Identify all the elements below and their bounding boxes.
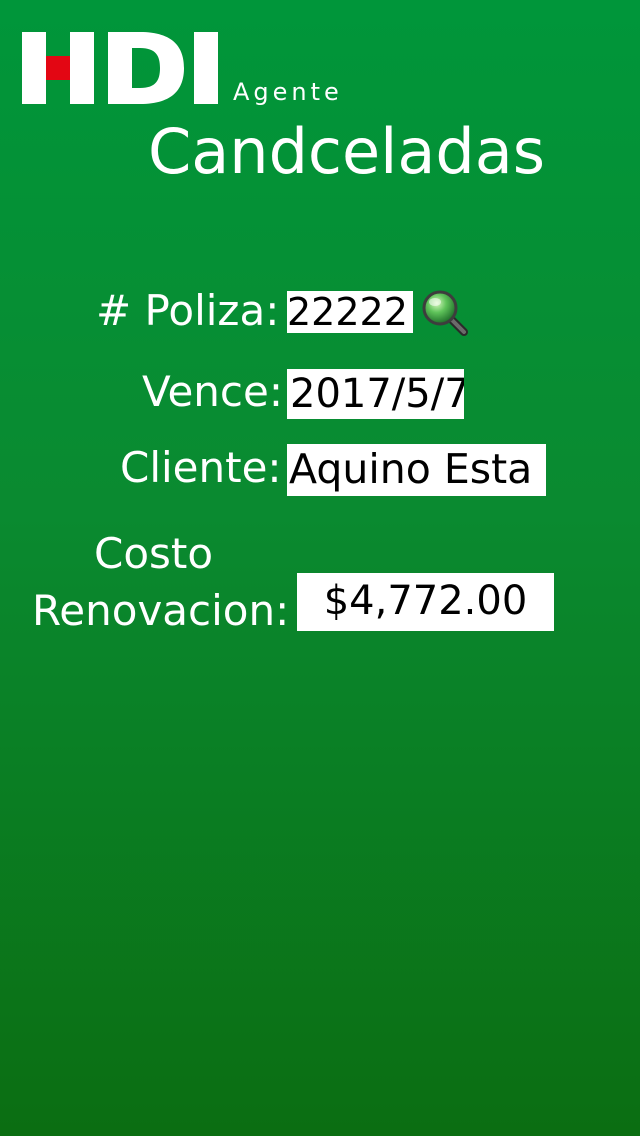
vence-label: Vence: (142, 367, 284, 416)
costo-label-line1: Costo (94, 529, 214, 578)
magnifier-icon (422, 290, 468, 336)
brand-subtitle: Agente (233, 78, 343, 106)
costo-renovacion-value: $4,772.00 (297, 573, 554, 631)
search-button[interactable] (420, 288, 472, 340)
cliente-label: Cliente: (120, 443, 282, 492)
cliente-value: Aquino Esta (287, 444, 546, 496)
vence-value: 2017/5/7 (287, 369, 464, 419)
poliza-input[interactable]: 22222 (287, 291, 413, 333)
page-title: Candceladas (148, 115, 546, 188)
poliza-label: # Poliza: (96, 286, 280, 335)
costo-label-line2: Renovacion: (32, 586, 290, 635)
hdi-logo (22, 32, 222, 104)
hdi-logo-graphic (22, 32, 218, 104)
